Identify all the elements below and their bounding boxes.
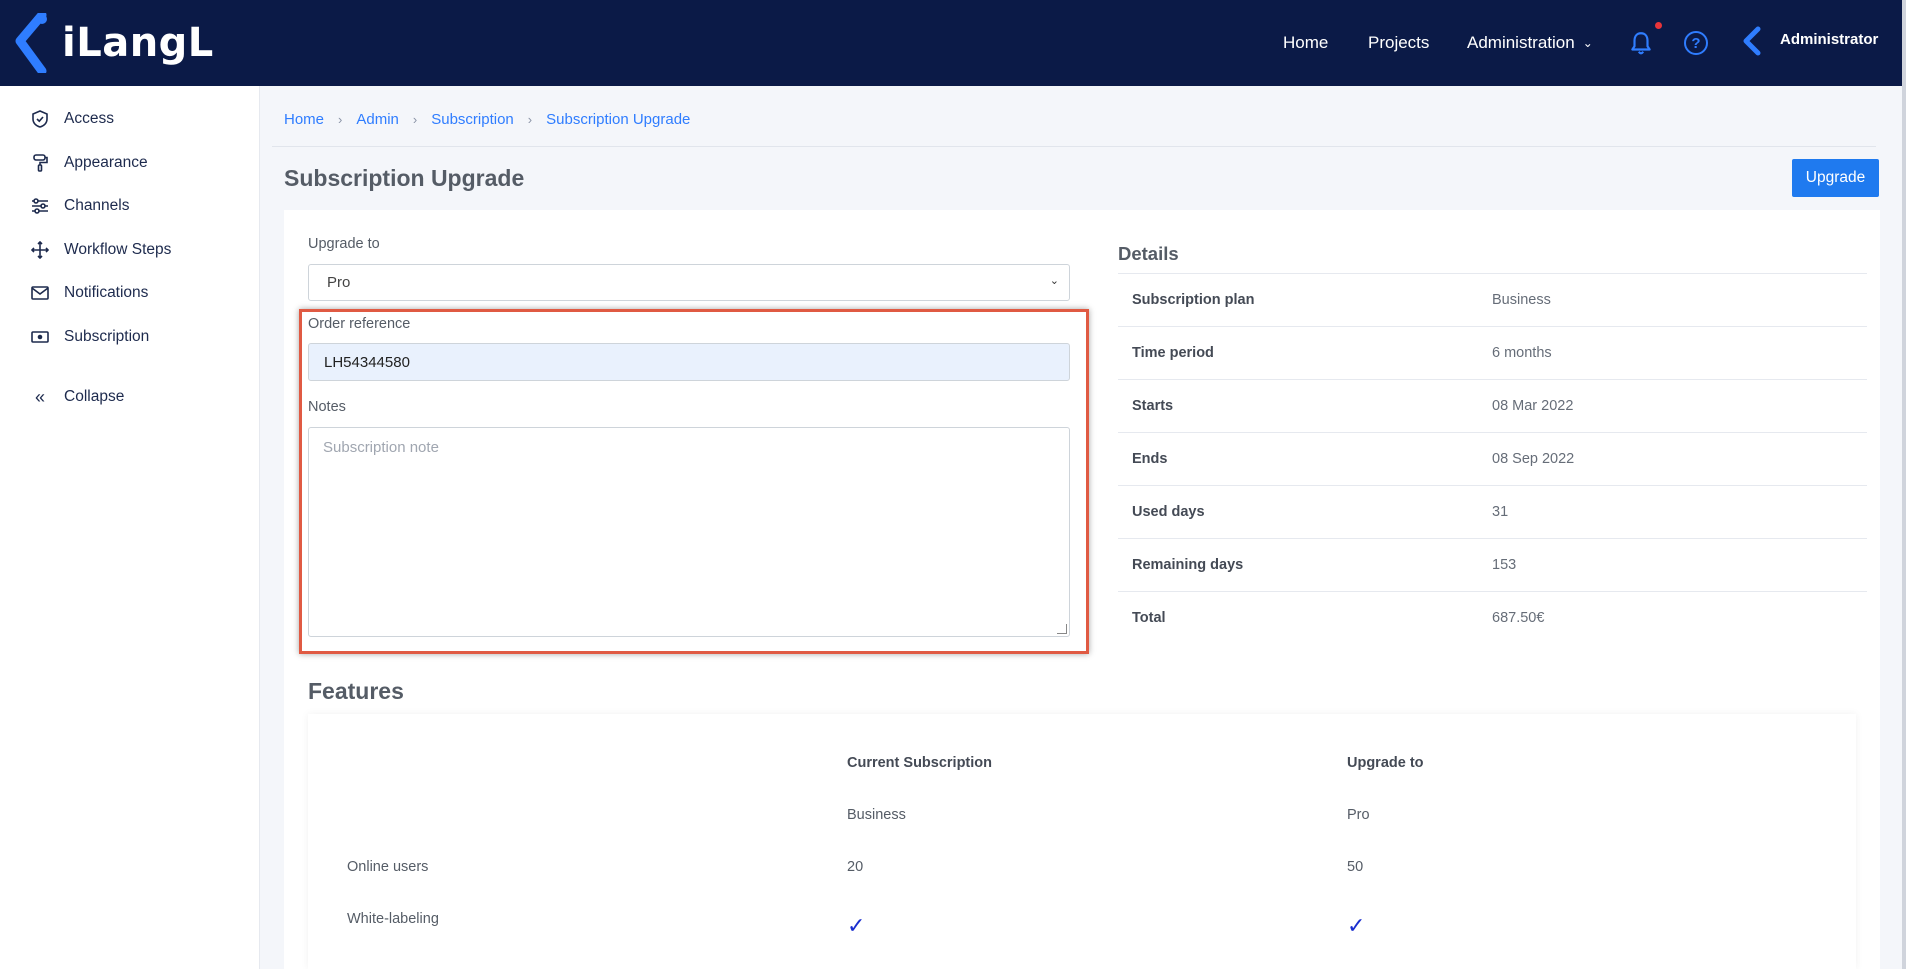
shield-check-icon <box>30 109 50 129</box>
resize-handle-icon[interactable] <box>1057 624 1067 634</box>
detail-key: Ends <box>1132 451 1168 467</box>
sidebar-item-label: Notifications <box>64 284 149 301</box>
sidebar-item-channels[interactable]: Channels <box>30 195 130 217</box>
detail-value: 08 Sep 2022 <box>1492 451 1575 467</box>
sidebar-item-notifications[interactable]: Notifications <box>30 282 148 304</box>
col-upgrade-to: Upgrade to <box>1347 755 1424 771</box>
breadcrumb-home[interactable]: Home <box>284 111 324 128</box>
sidebar: Access Appearance Channels Workflow Step… <box>0 86 260 969</box>
sidebar-item-label: Access <box>64 110 114 127</box>
sidebar-item-label: Subscription <box>64 328 150 345</box>
sidebar-item-label: Appearance <box>64 154 148 171</box>
nav-administration[interactable]: Administration ⌄ <box>1467 0 1593 86</box>
notes-placeholder: Subscription note <box>323 439 439 456</box>
detail-key: Total <box>1132 610 1166 626</box>
table-row: Ends 08 Sep 2022 <box>1118 432 1867 485</box>
move-arrows-icon <box>30 240 50 260</box>
detail-value: 687.50€ <box>1492 610 1545 626</box>
order-reference-input[interactable]: LH54344580 <box>308 343 1070 381</box>
logo-icon <box>15 13 47 73</box>
logo-text: iLangL <box>62 20 214 66</box>
detail-value: 6 months <box>1492 345 1552 361</box>
detail-key: Used days <box>1132 504 1205 520</box>
table-row: Starts 08 Mar 2022 <box>1118 379 1867 432</box>
sidebar-collapse-label: Collapse <box>64 388 125 405</box>
notes-label: Notes <box>308 399 346 415</box>
user-avatar-icon[interactable] <box>1740 26 1766 56</box>
breadcrumb-current[interactable]: Subscription Upgrade <box>546 111 690 128</box>
feature-label: White-labeling <box>347 911 439 927</box>
upgrade-button[interactable]: Upgrade <box>1792 159 1879 197</box>
top-navbar: iLangL Home Projects Administration ⌄ ? … <box>0 0 1906 86</box>
sidebar-item-label: Workflow Steps <box>64 241 172 258</box>
feature-upgrade: 50 <box>1347 859 1364 875</box>
sliders-icon <box>30 196 50 216</box>
chevron-right-icon: › <box>412 112 418 127</box>
page-scrollbar[interactable] <box>1902 0 1906 969</box>
help-icon[interactable]: ? <box>1684 31 1708 55</box>
feature-current: 20 <box>847 859 864 875</box>
upgrade-to-label: Upgrade to <box>308 236 380 252</box>
features-table <box>308 714 1856 969</box>
user-name[interactable]: Administrator <box>1780 31 1878 48</box>
upgrade-to-value: Pro <box>327 274 351 291</box>
money-icon <box>30 327 50 347</box>
envelope-icon <box>30 283 50 303</box>
table-row: Subscription plan Business <box>1118 273 1867 326</box>
nav-home[interactable]: Home <box>1283 0 1328 86</box>
detail-value: 08 Mar 2022 <box>1492 398 1574 414</box>
col-current-subscription: Current Subscription <box>847 755 993 771</box>
breadcrumb-subscription[interactable]: Subscription <box>431 111 514 128</box>
chevron-right-icon: › <box>527 112 533 127</box>
detail-key: Remaining days <box>1132 557 1244 573</box>
upgrade-to-select[interactable]: Pro ⌄ <box>308 264 1070 301</box>
details-title: Details <box>1118 243 1179 264</box>
sidebar-item-workflow-steps[interactable]: Workflow Steps <box>30 239 171 261</box>
detail-value: Business <box>1492 292 1551 308</box>
page-title: Subscription Upgrade <box>284 165 525 191</box>
logo[interactable]: iLangL <box>12 12 214 74</box>
nav-administration-label: Administration <box>1467 33 1575 52</box>
check-icon: ✓ <box>1347 913 1366 938</box>
detail-key: Subscription plan <box>1132 292 1255 308</box>
nav-projects[interactable]: Projects <box>1368 0 1429 86</box>
notes-textarea[interactable]: Subscription note <box>308 427 1070 637</box>
upgrade-plan: Pro <box>1347 807 1370 823</box>
table-row: Used days 31 <box>1118 485 1867 538</box>
details-table: Subscription plan Business Time period 6 m… <box>1118 273 1867 644</box>
paint-roller-icon <box>30 153 50 173</box>
sidebar-collapse[interactable]: « Collapse <box>30 386 124 408</box>
order-reference-label: Order reference <box>308 316 411 332</box>
table-row: Time period 6 months <box>1118 326 1867 379</box>
sidebar-item-appearance[interactable]: Appearance <box>30 152 148 174</box>
detail-key: Starts <box>1132 398 1174 414</box>
feature-label: Online users <box>347 859 429 875</box>
table-row: Total 687.50€ <box>1118 591 1867 644</box>
divider <box>272 146 1876 147</box>
chevron-down-icon: ⌄ <box>1049 275 1059 287</box>
chevron-right-icon: › <box>338 112 343 127</box>
check-icon: ✓ <box>847 913 866 938</box>
sidebar-item-subscription[interactable]: Subscription <box>30 326 149 348</box>
notification-badge <box>1655 22 1662 29</box>
chevron-down-icon: ⌄ <box>1582 36 1593 50</box>
detail-key: Time period <box>1132 345 1214 361</box>
detail-value: 153 <box>1492 557 1517 573</box>
sidebar-item-access[interactable]: Access <box>30 108 114 130</box>
detail-value: 31 <box>1492 504 1509 520</box>
features-title: Features <box>308 678 404 704</box>
current-plan: Business <box>847 807 906 823</box>
breadcrumb: Home › Admin › Subscription › Subscripti… <box>284 111 690 128</box>
sidebar-item-label: Channels <box>64 197 130 214</box>
table-row: Remaining days 153 <box>1118 538 1867 591</box>
bell-icon[interactable] <box>1628 30 1654 56</box>
double-chevron-left-icon: « <box>34 386 45 407</box>
breadcrumb-admin[interactable]: Admin <box>356 111 399 128</box>
